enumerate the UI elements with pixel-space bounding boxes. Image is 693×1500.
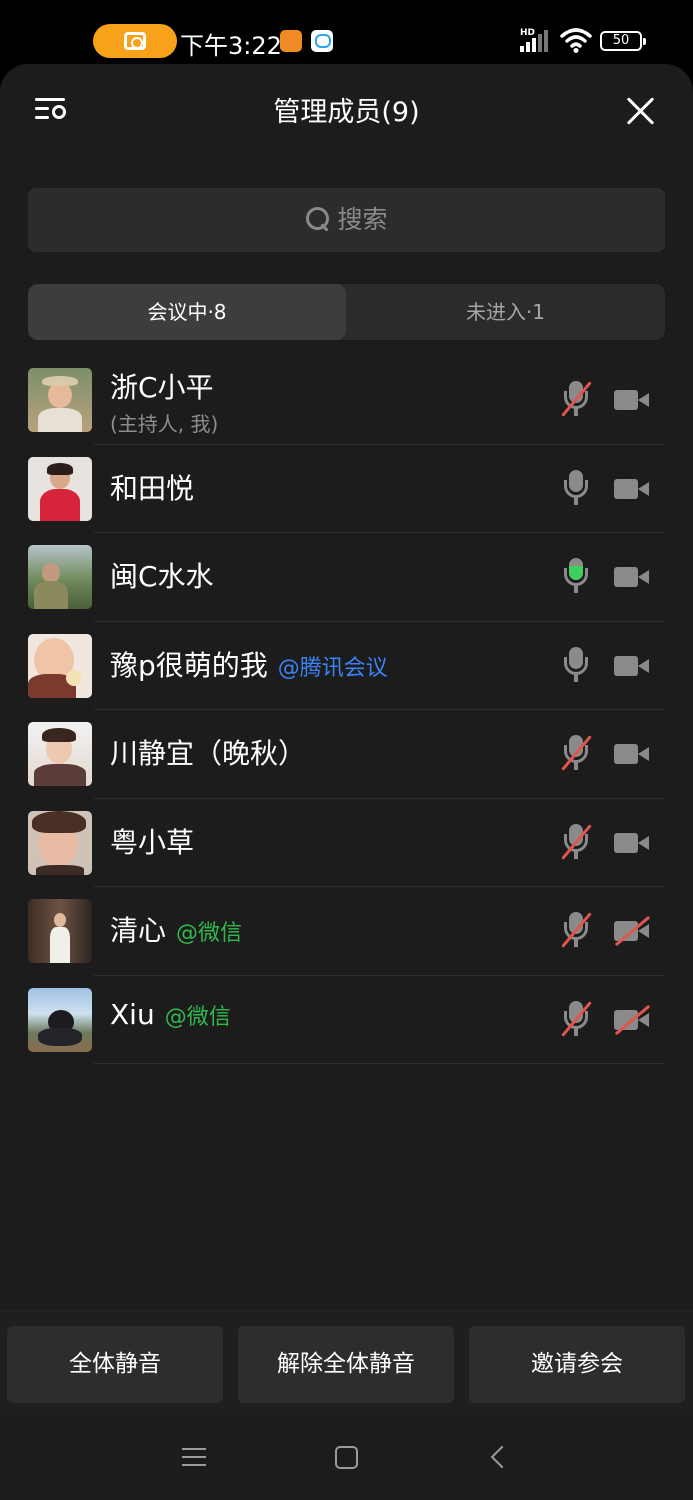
unmute-all-button[interactable]: 解除全体静音 [238, 1326, 454, 1403]
source-tag: @腾讯会议 [277, 655, 388, 681]
avatar [28, 987, 92, 1052]
action-bar: 全体静音 解除全体静音 邀请参会 [0, 1310, 693, 1416]
video-camera-icon[interactable] [614, 743, 650, 765]
video-camera-icon[interactable] [614, 1004, 651, 1035]
close-icon[interactable] [622, 92, 660, 130]
mute-all-button[interactable]: 全体静音 [7, 1326, 223, 1403]
member-name: 清心 @微信 [110, 914, 243, 947]
member-row[interactable]: Xiu @微信 [0, 976, 693, 1064]
member-row[interactable]: 闽C水水 [0, 533, 693, 622]
battery-icon: 50 [600, 31, 646, 51]
video-camera-icon[interactable] [614, 655, 650, 677]
home-icon[interactable] [335, 1446, 358, 1469]
video-camera-icon[interactable] [614, 915, 651, 947]
member-name: 豫p很萌的我 @腾讯会议 [110, 648, 388, 682]
camera-icon [124, 32, 146, 50]
member-row[interactable]: 豫p很萌的我 @腾讯会议 [0, 622, 693, 710]
member-name: 和田悦 [110, 471, 195, 505]
back-icon[interactable] [490, 1445, 514, 1469]
tab-not-joined[interactable]: 未进入·1 [346, 284, 665, 340]
avatar [28, 545, 92, 609]
avatar [28, 456, 92, 521]
manage-members-sheet: 管理成员(9) 搜索 会议中·8 未进入·1 浙C小平 (主持人, 我) 和田悦… [0, 64, 693, 1500]
avatar [28, 368, 92, 432]
hd-label: HD [520, 28, 536, 38]
app-notification-icon [280, 30, 302, 52]
microphone-icon[interactable] [563, 469, 589, 506]
search-icon [305, 206, 331, 232]
member-name: 川静宜（晚秋） [110, 737, 307, 770]
menu-icon[interactable] [182, 1446, 206, 1468]
microphone-icon[interactable] [561, 381, 592, 417]
video-camera-icon[interactable] [614, 832, 650, 854]
source-tag: @微信 [176, 921, 243, 946]
system-nav-bar [0, 1416, 693, 1500]
member-row[interactable]: 清心 @微信 [0, 887, 693, 976]
search-placeholder: 搜索 [337, 205, 388, 234]
status-bar: 下午3:22 HD 50 [0, 0, 693, 66]
avatar [28, 899, 92, 963]
page-title: 管理成员(9) [273, 97, 420, 128]
search-input[interactable]: 搜索 [28, 188, 665, 252]
source-tag: @微信 [164, 1004, 231, 1030]
microphone-icon[interactable] [563, 558, 589, 594]
member-name: 浙C小平 [110, 371, 214, 404]
member-list: 浙C小平 (主持人, 我) 和田悦 闽C水水 豫p很萌的我 @腾讯会议 川静宜（… [0, 356, 693, 1064]
screen-record-indicator[interactable] [93, 24, 177, 58]
member-row[interactable]: 和田悦 [0, 445, 693, 533]
member-tabs: 会议中·8 未进入·1 [28, 284, 665, 340]
tab-in-meeting[interactable]: 会议中·8 [28, 284, 346, 340]
microphone-icon[interactable] [561, 1000, 592, 1037]
invite-button[interactable]: 邀请参会 [469, 1326, 685, 1403]
avatar [28, 810, 92, 875]
microphone-icon[interactable] [563, 646, 589, 683]
member-name: 粤小草 [110, 825, 195, 859]
member-role: (主持人, 我) [110, 412, 219, 436]
chat-notification-icon [311, 30, 333, 52]
video-camera-icon[interactable] [614, 566, 650, 588]
member-name: 闽C水水 [110, 560, 214, 593]
avatar [28, 722, 92, 786]
member-row[interactable]: 浙C小平 (主持人, 我) [0, 356, 693, 445]
microphone-icon[interactable] [561, 912, 592, 948]
avatar [28, 633, 92, 698]
member-name: Xiu @微信 [110, 997, 231, 1031]
signal-icon: HD [520, 28, 554, 52]
video-camera-icon[interactable] [614, 389, 650, 411]
video-camera-icon[interactable] [614, 478, 650, 500]
status-time: 下午3:22 [180, 32, 282, 60]
member-row[interactable]: 粤小草 [0, 799, 693, 887]
wifi-icon [560, 28, 592, 53]
microphone-icon[interactable] [561, 823, 592, 860]
microphone-icon[interactable] [561, 735, 592, 771]
sheet-header: 管理成员(9) [0, 64, 693, 154]
member-row[interactable]: 川静宜（晚秋） [0, 710, 693, 799]
